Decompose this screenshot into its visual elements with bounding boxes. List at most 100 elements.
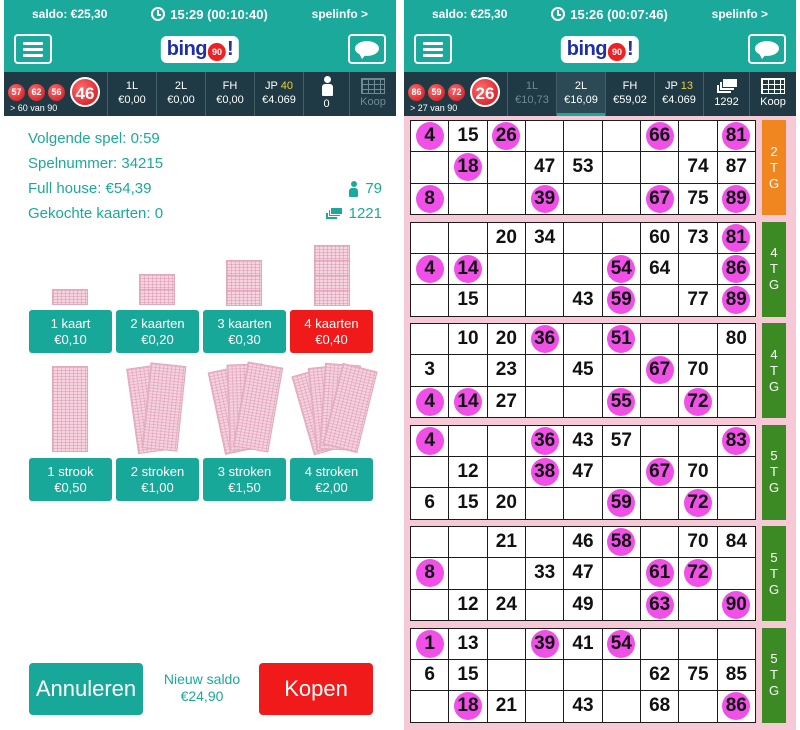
ticket-cell [564,253,602,285]
ticket-cell-daubed: 63 [640,589,679,620]
daub-marker: 61 [645,559,674,588]
ticket-cell [602,121,640,152]
ticket-cell: 57 [602,425,640,456]
ticket-cell: 87 [717,152,755,183]
ticket-cell: 23 [487,355,525,386]
ticket-cell [564,324,602,355]
game-info-link[interactable]: spelinfo > [312,7,368,21]
ticket-cell-daubed: 26 [487,121,525,152]
ticket-cell: 6 [411,659,449,691]
daub-marker: 63 [645,590,674,619]
ticket-cell [640,324,679,355]
option-2-strips-button[interactable]: 2 stroken €1,00 [116,458,199,501]
ticket-cell [679,324,717,355]
game-info-link[interactable]: spelinfo > [712,7,768,21]
buy-button[interactable]: Kopen [259,663,373,715]
status-bar: saldo: €25,30 15:29 (00:10:40) spelinfo … [4,0,396,28]
ticket-cell-daubed: 86 [717,253,755,285]
daub-marker: 67 [645,356,674,385]
daub-marker: 38 [530,457,559,486]
ticket-cell: 85 [717,659,755,691]
option-3-cards-button[interactable]: 3 kaarten €0,30 [203,310,286,353]
option-3-strips-button[interactable]: 3 stroken €1,50 [203,458,286,501]
purchase-actions: Annuleren Nieuw saldo €24,90 Kopen [4,663,396,715]
buy-tab[interactable]: Koop [750,72,796,116]
daub-marker: 1 [415,629,444,658]
ticket-cell [564,183,602,214]
ticket-cell: 13 [449,628,487,659]
ticket-cell [411,324,449,355]
current-ball: 26 [470,77,500,107]
chat-button[interactable] [748,34,786,64]
ticket-cell [602,589,640,620]
ticket-cell-daubed: 4 [411,253,449,285]
game-number-text: Spelnummer: 34215 [28,155,164,172]
bingo-ticket: 20 34 60 73 81 4 14 54 64 86 15 43 59 77 89 4 T G [410,221,790,317]
option-4-strips-button[interactable]: 4 stroken €2,00 [290,458,373,501]
ball-count: > 60 van 90 [10,103,58,113]
daub-marker: 14 [453,387,482,416]
ticket-cell [564,488,602,519]
ticket-cell [449,183,487,214]
option-1-strip-button[interactable]: 1 strook €0,50 [29,458,112,501]
daub-marker: 59 [607,489,636,518]
prize-1-line: 1L €10,73 [508,72,557,116]
option-1-card-button[interactable]: 1 kaart €0,10 [29,310,112,353]
ticket-cell: 49 [564,589,602,620]
bingo-ticket: 1 13 39 41 54 6 15 62 75 85 18 21 43 68 86 5 T G [410,627,790,723]
ticket-cell-daubed: 39 [525,628,564,659]
ticket-grid: 4 36 43 57 83 12 38 47 67 70 6 15 20 59 72 [410,424,756,520]
to-go-indicator: 5TG [762,526,786,621]
ticket-cell-daubed: 55 [602,386,640,417]
ticket-cell: 20 [487,488,525,519]
ticket-cell [717,628,755,659]
ticket-cell: 27 [487,386,525,417]
ticket-cell: 70 [679,527,717,558]
ticket-cell: 53 [564,152,602,183]
prize-jackpot: JP 13 €4.069 [655,72,704,116]
daub-marker: 36 [530,325,559,354]
previous-ball: 62 [28,84,45,101]
ticket-cell [487,183,525,214]
ticket-cell-daubed: 36 [525,324,564,355]
ticket-cell [487,558,525,589]
ticket-cell [525,121,564,152]
previous-ball: 56 [48,84,65,101]
ticket-cell [564,386,602,417]
ticket-cell [640,488,679,519]
ticket-cell [717,355,755,386]
ticket-cell: 62 [640,659,679,691]
ticket-cell: 3 [411,355,449,386]
app-bar: bing 90 ! [404,28,796,72]
ball-count: > 27 van 90 [410,103,458,113]
ticket-cell [564,659,602,691]
option-4-cards-button[interactable]: 4 kaarten €0,40 [290,310,373,353]
ticket-cell-daubed: 8 [411,183,449,214]
hamburger-menu-button[interactable] [414,34,452,64]
daub-marker: 18 [453,692,482,721]
ticket-cell [602,456,640,488]
ticket-cell: 47 [525,152,564,183]
daub-marker: 83 [722,426,751,455]
daub-marker: 86 [722,254,751,283]
buy-tab[interactable]: Koop [350,72,396,116]
ticket-cell [602,558,640,589]
ticket-cell-daubed: 8 [411,558,449,589]
ticket-cell [679,121,717,152]
option-2-cards-button[interactable]: 2 kaarten €0,20 [116,310,199,353]
previous-ball: 59 [428,84,445,101]
chat-button[interactable] [348,34,386,64]
ticket-cell [717,386,755,417]
ticket-cell: 68 [640,691,679,722]
ticket-grid: 21 46 58 70 84 8 33 47 61 72 12 24 49 63 90 [410,526,756,621]
ticket-cell-daubed: 1 [411,628,449,659]
ticket-cell [717,558,755,589]
ticket-cell [449,527,487,558]
cancel-button[interactable]: Annuleren [29,663,143,715]
ticket-cell: 10 [449,324,487,355]
daub-marker: 59 [607,286,636,315]
hamburger-menu-button[interactable] [14,34,52,64]
ticket-cell: 24 [487,589,525,620]
ticket-cell [602,183,640,214]
ticket-cell [449,222,487,253]
